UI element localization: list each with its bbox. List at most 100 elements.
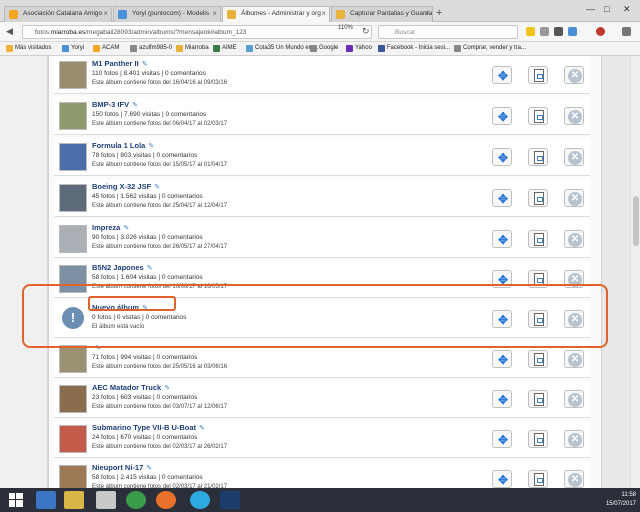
- media-icon[interactable]: [96, 491, 116, 509]
- move-button[interactable]: ✥: [492, 107, 512, 125]
- close-icon[interactable]: ×: [103, 9, 108, 18]
- scrollbar-thumb[interactable]: [633, 196, 639, 246]
- chrome-icon[interactable]: [126, 491, 146, 509]
- bookmark-item[interactable]: Google: [310, 45, 338, 52]
- reload-icon[interactable]: ↻: [362, 26, 370, 37]
- photoshop-icon[interactable]: [220, 491, 240, 509]
- album-thumbnail[interactable]: [59, 345, 87, 373]
- zoom-level[interactable]: 110%: [338, 25, 353, 31]
- search-input[interactable]: Buscar: [378, 25, 518, 39]
- album-title[interactable]: ✎: [92, 343, 102, 352]
- pencil-icon[interactable]: ✎: [154, 183, 161, 191]
- bookmark-item[interactable]: Yahoo: [346, 45, 372, 52]
- album-thumbnail[interactable]: [59, 265, 87, 293]
- bookmark-item[interactable]: Miarroba: [176, 45, 209, 52]
- pencil-icon[interactable]: ✎: [199, 424, 206, 432]
- close-icon[interactable]: ×: [212, 9, 217, 18]
- album-title[interactable]: Submarino Type VII-B U-Boat ✎: [92, 423, 206, 432]
- pencil-icon[interactable]: ✎: [95, 344, 102, 352]
- home-icon[interactable]: [568, 27, 577, 36]
- bookmark-item[interactable]: Más visitados: [6, 45, 51, 52]
- pencil-icon[interactable]: ✎: [142, 60, 149, 68]
- pencil-icon[interactable]: ✎: [164, 384, 171, 392]
- minimize-icon[interactable]: —: [586, 4, 595, 14]
- close-icon[interactable]: ×: [424, 9, 429, 18]
- back-icon[interactable]: ◀: [6, 26, 13, 37]
- edit-button[interactable]: [528, 350, 548, 368]
- move-button[interactable]: ✥: [492, 390, 512, 408]
- skype-icon[interactable]: [190, 491, 210, 509]
- album-thumbnail[interactable]: [59, 385, 87, 413]
- tab-capturar[interactable]: Capturar Pantallas y Guarda ×: [331, 6, 433, 22]
- close-icon[interactable]: ×: [321, 9, 326, 18]
- move-button[interactable]: ✥: [492, 350, 512, 368]
- tab-yoryi[interactable]: Yoryi (puntocom) - Modelis ×: [113, 6, 221, 22]
- move-button[interactable]: ✥: [492, 430, 512, 448]
- album-thumbnail[interactable]: [59, 465, 87, 488]
- move-button[interactable]: ✥: [492, 148, 512, 166]
- move-button[interactable]: ✥: [492, 270, 512, 288]
- pencil-icon[interactable]: ✎: [147, 264, 154, 272]
- delete-button[interactable]: ✕: [564, 230, 584, 248]
- bookmark-item[interactable]: Yoryi: [62, 45, 84, 52]
- pencil-icon[interactable]: ✎: [132, 101, 139, 109]
- album-title[interactable]: B5N2 Japones ✎: [92, 263, 154, 272]
- pencil-icon[interactable]: ✎: [146, 464, 153, 472]
- album-thumbnail[interactable]: [59, 425, 87, 453]
- album-title[interactable]: BMP-3 IFV ✎: [92, 100, 139, 109]
- bookmark-item[interactable]: AIME: [213, 45, 237, 52]
- album-thumbnail[interactable]: [59, 102, 87, 130]
- edit-button[interactable]: [528, 430, 548, 448]
- album-title[interactable]: Nieuport Ni-17 ✎: [92, 463, 153, 472]
- delete-button[interactable]: ✕: [564, 430, 584, 448]
- edit-button[interactable]: [528, 390, 548, 408]
- delete-button[interactable]: ✕: [564, 107, 584, 125]
- edit-button[interactable]: [528, 66, 548, 84]
- firefox-icon[interactable]: [156, 491, 176, 509]
- album-title[interactable]: Formula 1 Lola ✎: [92, 141, 155, 150]
- album-thumbnail[interactable]: [59, 61, 87, 89]
- pencil-icon[interactable]: ✎: [123, 224, 130, 232]
- delete-button[interactable]: ✕: [564, 310, 584, 328]
- maximize-icon[interactable]: □: [604, 4, 609, 14]
- move-button[interactable]: ✥: [492, 310, 512, 328]
- edit-button[interactable]: [528, 470, 548, 488]
- album-thumbnail[interactable]: [59, 184, 87, 212]
- bookmark-item[interactable]: Comprar, vender y tra...: [454, 45, 526, 52]
- album-title[interactable]: Nuevo álbum ✎: [92, 303, 149, 312]
- album-title[interactable]: M1 Panther II ✎: [92, 59, 149, 68]
- pencil-icon[interactable]: ✎: [142, 304, 149, 312]
- download-icon[interactable]: [554, 27, 563, 36]
- explorer-icon[interactable]: [64, 491, 84, 509]
- menu-icon[interactable]: [622, 27, 631, 36]
- edit-button[interactable]: [528, 270, 548, 288]
- album-title[interactable]: Boeing X-32 JSF ✎: [92, 182, 161, 191]
- bookmark-item[interactable]: azulfm985-0: [130, 45, 172, 52]
- scrollbar[interactable]: [630, 56, 640, 488]
- close-window-icon[interactable]: ✕: [623, 4, 631, 15]
- delete-button[interactable]: ✕: [564, 390, 584, 408]
- delete-button[interactable]: ✕: [564, 148, 584, 166]
- new-tab-button[interactable]: +: [436, 7, 442, 19]
- edit-button[interactable]: [528, 230, 548, 248]
- move-button[interactable]: ✥: [492, 189, 512, 207]
- album-thumbnail[interactable]: [59, 225, 87, 253]
- move-button[interactable]: ✥: [492, 470, 512, 488]
- adblock-icon[interactable]: [596, 27, 605, 36]
- address-bar[interactable]: fotos.miarroba.es/megabail28093/admin/al…: [22, 25, 372, 39]
- star-icon[interactable]: [526, 27, 535, 36]
- tab-albumes[interactable]: Álbumes - Administrar y org ×: [222, 6, 330, 22]
- ie-icon[interactable]: [36, 491, 56, 509]
- delete-button[interactable]: ✕: [564, 350, 584, 368]
- tab-asociacion[interactable]: Asociación Catalana Amigo ×: [4, 6, 112, 22]
- bookmark-item[interactable]: Facebook - Inicia sesi...: [378, 45, 450, 52]
- delete-button[interactable]: ✕: [564, 66, 584, 84]
- bookmark-item[interactable]: Cota35 Un Mundo en ...: [246, 45, 319, 52]
- pencil-icon[interactable]: ✎: [148, 142, 155, 150]
- start-button[interactable]: [6, 491, 26, 509]
- edit-button[interactable]: [528, 310, 548, 328]
- edit-button[interactable]: [528, 148, 548, 166]
- album-thumbnail[interactable]: [59, 143, 87, 171]
- delete-button[interactable]: ✕: [564, 270, 584, 288]
- move-button[interactable]: ✥: [492, 66, 512, 84]
